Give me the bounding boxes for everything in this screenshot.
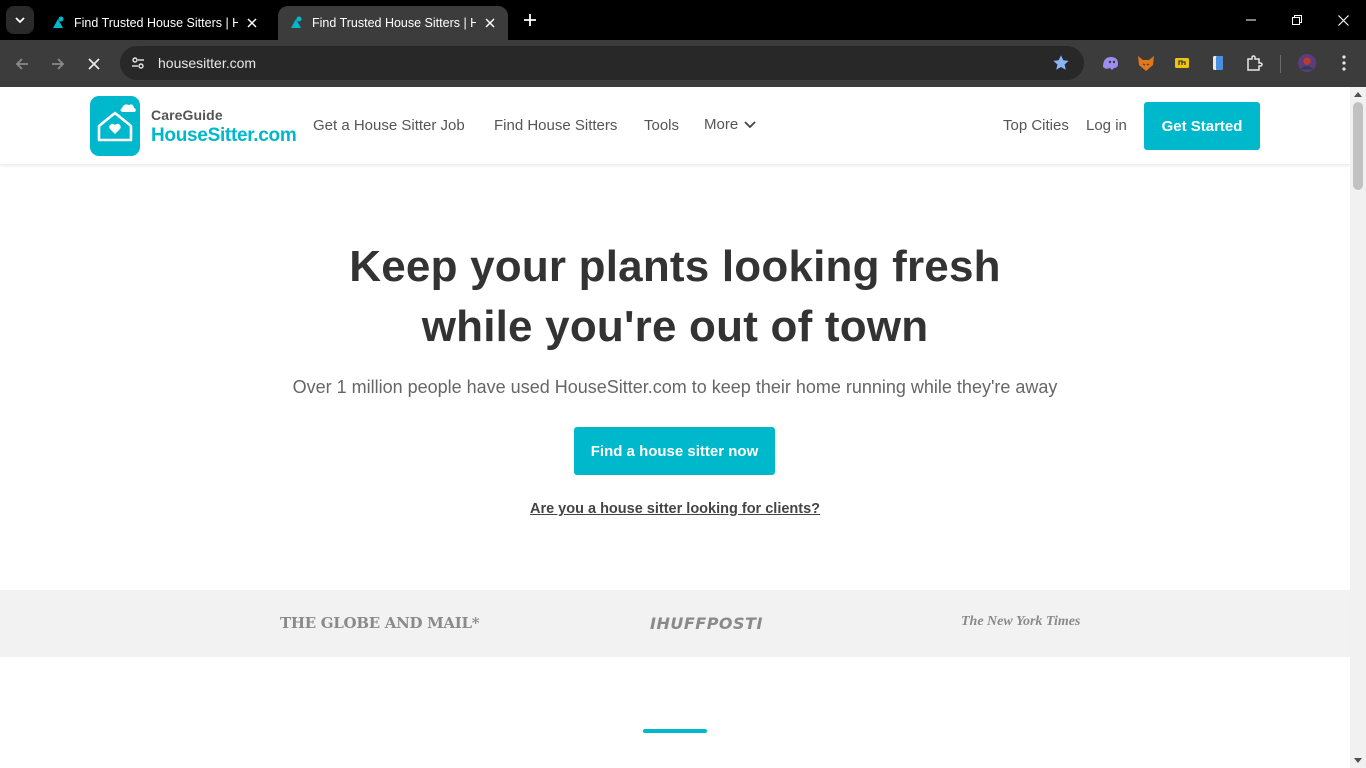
- extension-document-icon[interactable]: [1208, 53, 1228, 73]
- hero-section: Keep your plants looking fresh while you…: [0, 165, 1350, 590]
- address-bar[interactable]: housesitter.com: [120, 46, 1084, 80]
- close-tab-icon[interactable]: [244, 15, 260, 31]
- scroll-up-arrow-icon[interactable]: [1354, 92, 1362, 97]
- close-window-button[interactable]: [1320, 0, 1366, 40]
- scroll-down-arrow-icon[interactable]: [1354, 758, 1362, 763]
- section-accent-divider: [643, 729, 707, 733]
- tab-title: Find Trusted House Sitters | HouseSitter…: [312, 16, 476, 30]
- close-tab-icon[interactable]: [482, 15, 498, 31]
- site-info-icon[interactable]: [122, 46, 154, 80]
- arrow-right-icon: [52, 58, 65, 70]
- tab-search-button[interactable]: [6, 6, 34, 34]
- forward-button[interactable]: [42, 48, 74, 80]
- tab-title: Find Trusted House Sitters | HouseSitter…: [74, 16, 238, 30]
- get-started-button[interactable]: Get Started: [1144, 102, 1260, 150]
- extension-tag-icon[interactable]: [1172, 53, 1192, 73]
- browser-tabstrip: Find Trusted House Sitters | HouseSitter…: [0, 0, 1366, 40]
- profile-avatar[interactable]: [1297, 53, 1317, 73]
- press-logos-bar: THE GLOBE AND MAIL* IHUFFPOSTI The New Y…: [0, 590, 1350, 657]
- site-logo[interactable]: CareGuide HouseSitter.com: [90, 96, 297, 156]
- sitter-signup-link[interactable]: Are you a house sitter looking for clien…: [530, 501, 820, 517]
- extension-ghost-icon[interactable]: [1100, 53, 1120, 73]
- nav-top-cities[interactable]: Top Cities: [1003, 117, 1069, 134]
- globe-and-mail-logo: THE GLOBE AND MAIL*: [280, 614, 480, 632]
- nav-get-job[interactable]: Get a House Sitter Job: [313, 117, 465, 134]
- logo-housesitter-text: HouseSitter.com: [151, 124, 297, 146]
- hero-subtitle: Over 1 million people have used HouseSit…: [292, 377, 1058, 397]
- extensions-puzzle-icon[interactable]: [1244, 53, 1264, 73]
- nav-find-sitters[interactable]: Find House Sitters: [494, 117, 617, 134]
- site-header: CareGuide HouseSitter.com Get a House Si…: [0, 87, 1350, 165]
- hero-title: Keep your plants looking fresh while you…: [0, 237, 1350, 357]
- minimize-button[interactable]: [1228, 0, 1274, 40]
- stop-loading-button[interactable]: [78, 48, 110, 80]
- nav-login[interactable]: Log in: [1086, 117, 1127, 134]
- huffpost-logo: IHUFFPOSTI: [650, 614, 763, 633]
- back-button[interactable]: [6, 48, 38, 80]
- close-icon: [1337, 14, 1349, 26]
- arrow-left-icon: [15, 58, 28, 70]
- housesitter-favicon-icon: [291, 16, 302, 28]
- find-sitter-button[interactable]: Find a house sitter now: [574, 427, 775, 475]
- chevron-down-icon: [744, 120, 756, 128]
- new-york-times-logo: The New York Times: [961, 614, 1081, 629]
- restore-icon: [1292, 15, 1302, 25]
- scrollbar-thumb[interactable]: [1353, 102, 1363, 190]
- sitter-signup-link-wrapper: Are you a house sitter looking for clien…: [0, 501, 1350, 517]
- logo-careguide-text: CareGuide: [151, 106, 223, 123]
- browser-menu-icon[interactable]: [1334, 53, 1354, 73]
- web-page: CareGuide HouseSitter.com Get a House Si…: [0, 87, 1350, 768]
- housesitter-favicon-icon: [53, 16, 64, 28]
- bookmark-star-icon[interactable]: [1052, 54, 1070, 72]
- restore-button[interactable]: [1274, 0, 1320, 40]
- nav-more-dropdown[interactable]: More: [704, 116, 756, 133]
- browser-tab-1[interactable]: Find Trusted House Sitters | HouseSitter…: [40, 6, 270, 40]
- browser-toolbar: housesitter.com: [0, 40, 1366, 87]
- extension-fox-icon[interactable]: [1136, 53, 1156, 73]
- hero-title-line-2: while you're out of town: [421, 302, 929, 351]
- hero-title-line-1: Keep your plants looking fresh: [349, 242, 1001, 291]
- browser-tab-2[interactable]: Find Trusted House Sitters | HouseSitter…: [278, 6, 508, 40]
- minimize-icon: [1246, 19, 1256, 21]
- plus-icon: [524, 14, 536, 26]
- stop-icon: [88, 58, 100, 70]
- chevron-down-icon: [15, 17, 25, 24]
- page-scrollbar[interactable]: [1350, 87, 1366, 768]
- new-tab-button[interactable]: [520, 10, 540, 30]
- housesitter-logo-icon: [90, 96, 140, 156]
- nav-more-label: More: [704, 116, 739, 133]
- url-text[interactable]: housesitter.com: [158, 55, 256, 71]
- nav-tools[interactable]: Tools: [644, 117, 679, 134]
- toolbar-divider: [1280, 55, 1281, 73]
